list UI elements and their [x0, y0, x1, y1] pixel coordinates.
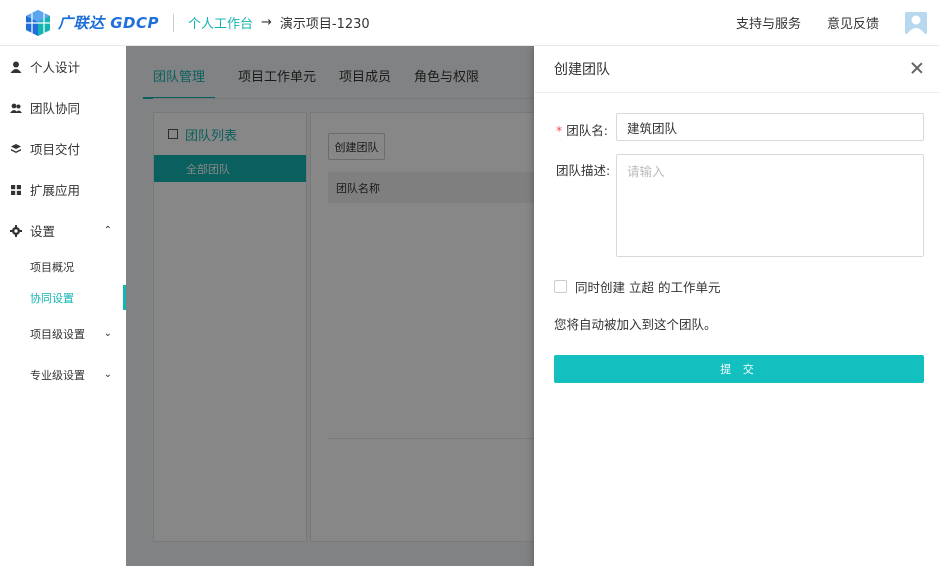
create-work-unit-checkbox[interactable]: [554, 280, 567, 293]
chevron-up-icon: ⌃: [103, 225, 112, 236]
sidebar-item-label: 团队协同: [30, 101, 81, 116]
submit-button[interactable]: 提 交: [554, 355, 924, 383]
sidebar-item-label: 个人设计: [30, 60, 81, 75]
grid-icon: [10, 184, 22, 196]
sidebar-item-label: 扩展应用: [30, 183, 81, 198]
user-icon: [10, 61, 22, 73]
avatar[interactable]: [905, 11, 927, 34]
sidebar-item-personal-design[interactable]: 个人设计: [0, 46, 126, 87]
sidebar-subitem-label: 专业级设置: [30, 368, 85, 382]
breadcrumb-home[interactable]: 个人工作台: [188, 13, 253, 32]
sidebar-item-settings[interactable]: 设置 ⌃: [0, 210, 126, 251]
sidebar-item-team-collab[interactable]: 团队协同: [0, 87, 126, 128]
modal-overlay[interactable]: [126, 46, 534, 566]
breadcrumb-current: 演示项目-1230: [279, 17, 370, 32]
team-icon: [10, 102, 22, 114]
header-divider: [173, 13, 174, 32]
chevron-down-icon: ⌄: [103, 328, 112, 339]
sidebar: 个人设计 团队协同 项目交付 扩展应用 设置 ⌃ 项目概况 协同设置 项目级设置…: [0, 46, 126, 566]
sidebar-subitem-collab-settings[interactable]: 协同设置: [0, 282, 126, 313]
create-work-unit-label: 同时创建 立超 的工作单元: [575, 280, 721, 295]
team-desc-textarea[interactable]: 请输入: [616, 154, 924, 257]
close-icon[interactable]: [909, 60, 925, 76]
team-desc-label: 团队描述:: [556, 163, 611, 178]
sidebar-item-project-delivery[interactable]: 项目交付: [0, 128, 126, 169]
logo[interactable]: 广联达 GDCP: [24, 9, 159, 37]
sidebar-item-label: 项目交付: [30, 142, 81, 157]
team-name-label-text: 团队名: [566, 123, 604, 138]
support-link[interactable]: 支持与服务: [736, 13, 801, 32]
required-mark: *: [556, 123, 563, 138]
drawer-title: 创建团队: [534, 46, 939, 93]
team-desc-label-text: 团队描述: [556, 163, 607, 178]
layers-icon: [10, 143, 22, 155]
breadcrumb-arrow-icon: →: [261, 15, 272, 30]
sidebar-subitem-discipline-settings[interactable]: 专业级设置 ⌄: [0, 354, 126, 395]
logo-text: 广联达 GDCP: [58, 14, 159, 32]
sidebar-subitem-project-level-settings[interactable]: 项目级设置 ⌄: [0, 313, 126, 354]
sidebar-item-label: 设置: [30, 224, 56, 239]
team-name-label: * 团队名:: [556, 123, 608, 138]
chevron-down-icon: ⌄: [103, 369, 112, 380]
team-name-input[interactable]: 建筑团队: [616, 113, 924, 141]
create-work-unit-option[interactable]: 同时创建 立超 的工作单元: [554, 277, 720, 296]
feedback-link[interactable]: 意见反馈: [827, 13, 879, 32]
top-header: 广联达 GDCP 个人工作台 → 演示项目-1230 支持与服务 意见反馈: [0, 0, 939, 46]
sidebar-subitem-project-overview[interactable]: 项目概况: [0, 251, 126, 282]
sidebar-subitem-label: 项目级设置: [30, 327, 85, 341]
logo-cube-icon: [24, 9, 52, 37]
create-team-drawer: 创建团队 * 团队名: 建筑团队 团队描述: 请输入 同时创建 立超 的工作单元 …: [534, 46, 939, 566]
gear-icon: [10, 224, 22, 237]
header-actions: 支持与服务 意见反馈: [736, 11, 939, 34]
sidebar-item-extensions[interactable]: 扩展应用: [0, 169, 126, 210]
auto-join-info: 您将自动被加入到这个团队。: [554, 317, 717, 332]
